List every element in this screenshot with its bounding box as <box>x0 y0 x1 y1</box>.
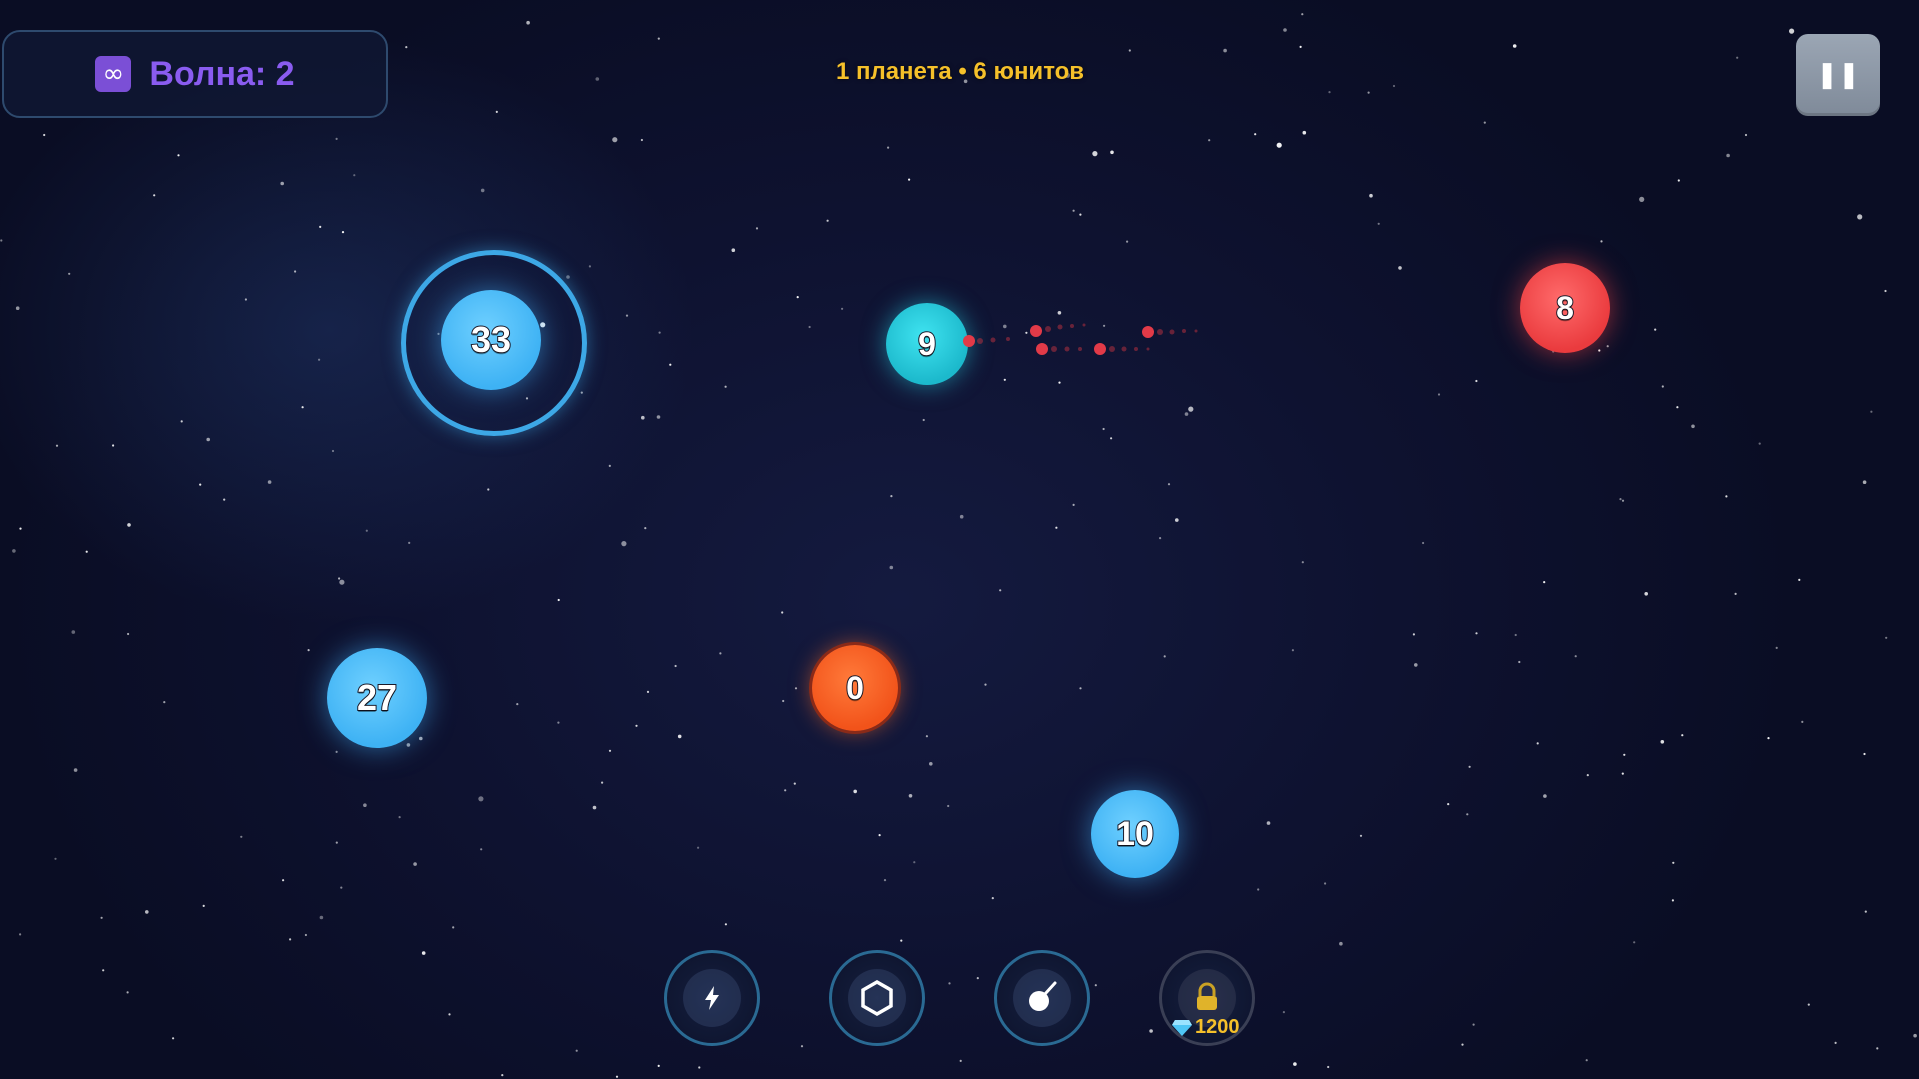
unit-dot <box>1142 326 1154 338</box>
unit-trails <box>963 323 1198 355</box>
bomb-icon <box>1029 981 1057 1011</box>
game-canvas[interactable]: ∞ Волна: 2 1 планета • 6 юнитов ❚❚ 33 9 … <box>0 0 1919 1079</box>
ability-price: 1200 <box>1172 1016 1240 1039</box>
unit-dot <box>1030 325 1042 337</box>
gem-icon <box>1172 1019 1192 1036</box>
lightning-icon <box>705 986 719 1010</box>
padlock-icon <box>1197 982 1217 1010</box>
bomb-ability-button[interactable] <box>994 950 1090 1046</box>
price-value: 1200 <box>1195 1016 1240 1038</box>
hexagon-shield-icon <box>861 979 893 1017</box>
shield-ability-button[interactable] <box>829 950 925 1046</box>
unit-dot <box>1036 343 1048 355</box>
lightning-ability-button[interactable] <box>664 950 760 1046</box>
unit-dot <box>1094 343 1106 355</box>
unit-dot <box>963 335 975 347</box>
